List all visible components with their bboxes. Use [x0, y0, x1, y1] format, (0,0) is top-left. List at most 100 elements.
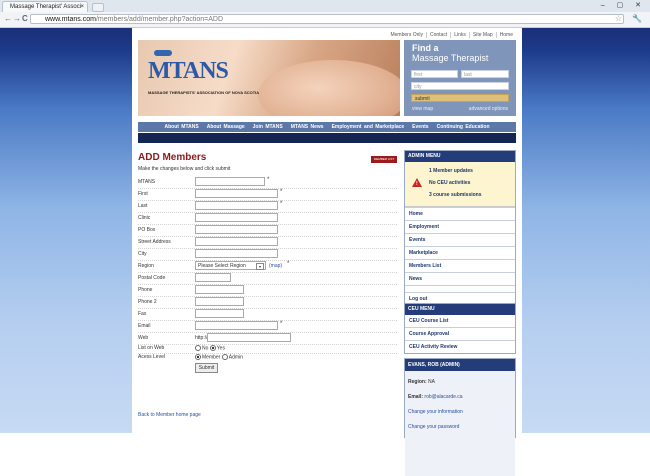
find-links: view map advanced options: [412, 106, 508, 112]
nav-about-massage[interactable]: About Massage: [207, 124, 245, 130]
region-select[interactable]: Please Select Region ▾: [195, 261, 266, 270]
submit-button[interactable]: Submit: [195, 363, 218, 373]
list-yes-label: Yes: [216, 345, 225, 352]
form-row-submit: Submit: [138, 362, 397, 374]
wrench-menu-icon[interactable]: 🔧: [632, 14, 642, 23]
menu-spacer: [405, 285, 515, 292]
first-label: First: [138, 191, 148, 197]
email-input[interactable]: [195, 321, 278, 330]
advanced-options-link[interactable]: advanced options: [469, 106, 508, 112]
city-input[interactable]: [195, 249, 278, 258]
alert-course-submissions[interactable]: 3 course submissions: [429, 192, 482, 198]
street-label: Street Address: [138, 239, 171, 245]
nav-news[interactable]: MTANS News: [291, 124, 324, 130]
form-instructions: Make the changes below and click submit: [138, 166, 231, 172]
change-password-link[interactable]: Change your password: [408, 424, 459, 430]
pobox-input[interactable]: [195, 225, 278, 234]
site-page: Members Only Contact Links Site Map Home MTA…: [132, 28, 522, 476]
street-input[interactable]: [195, 237, 278, 246]
view-map-link[interactable]: view map: [412, 106, 433, 112]
hands-photo: [258, 60, 400, 116]
nav-about-mtans[interactable]: About MTANS: [164, 124, 198, 130]
city-label: City: [138, 251, 147, 257]
last-input[interactable]: [195, 201, 278, 210]
site-logo[interactable]: MTANS MASSAGE THERAPISTS' ASSOCIATION OF…: [148, 50, 259, 96]
hero-image: MTANS MASSAGE THERAPISTS' ASSOCIATION OF…: [138, 40, 400, 116]
find-submit-button[interactable]: submit: [411, 94, 509, 102]
admin-item-members-list[interactable]: Members List: [405, 259, 515, 272]
url-path: /members/add/member.php?action=ADD: [95, 16, 224, 23]
user-details: Region: NA Email: rob@alacarde.ca Change…: [405, 371, 515, 476]
bookmark-star-icon[interactable]: ☆: [615, 14, 622, 23]
nav-employment[interactable]: Employment and Marketplace: [332, 124, 405, 130]
user-region: Region: NA: [408, 379, 435, 385]
back-arrow-icon[interactable]: ←: [4, 14, 12, 23]
address-bar[interactable]: www.mtans.com/members/add/member.php?act…: [30, 14, 624, 24]
access-admin-radio[interactable]: [221, 354, 228, 360]
find-first-input[interactable]: first: [411, 70, 458, 78]
web-input[interactable]: [207, 333, 291, 342]
top-links: Members Only Contact Links Site Map Home: [387, 32, 516, 38]
first-input[interactable]: [195, 189, 278, 198]
clinic-input[interactable]: [195, 213, 278, 222]
change-info-link[interactable]: Change your information: [408, 409, 463, 415]
list-no-radio[interactable]: [195, 345, 201, 351]
admin-item-marketplace[interactable]: Marketplace: [405, 246, 515, 259]
admin-item-employment[interactable]: Employment: [405, 220, 515, 233]
forward-arrow-icon[interactable]: →: [13, 14, 21, 23]
access-member-radio[interactable]: [195, 354, 201, 360]
ceu-item-course-approval[interactable]: Course Approval: [405, 327, 515, 340]
find-therapist-panel: Find a Massage Therapist first last city…: [404, 40, 516, 116]
ceu-item-activity-review[interactable]: CEU Activity Review: [405, 340, 515, 353]
form-row-access: Acess Level Member Admin: [138, 353, 397, 362]
window-controls[interactable]: – ▢ ✕: [601, 1, 646, 9]
user-panel: EVANS, ROB (ADMIN) Region: NA Email: rob…: [404, 358, 516, 476]
user-title: EVANS, ROB (ADMIN): [405, 359, 515, 371]
top-link-links[interactable]: Links: [450, 32, 469, 38]
admin-item-news[interactable]: News: [405, 272, 515, 285]
new-tab-button[interactable]: [92, 3, 104, 12]
email-val[interactable]: rob@alacarde.ca: [424, 394, 462, 400]
logo-text: MTANS: [148, 58, 229, 84]
admin-item-events[interactable]: Events: [405, 233, 515, 246]
reload-icon[interactable]: C: [22, 14, 28, 23]
phone-input[interactable]: [195, 285, 244, 294]
top-link-home[interactable]: Home: [495, 32, 516, 38]
nav-join[interactable]: Join MTANS: [253, 124, 283, 130]
find-last-input[interactable]: last: [461, 70, 509, 78]
admin-item-home[interactable]: Home: [405, 207, 515, 220]
fax-input[interactable]: [195, 309, 244, 318]
ceu-item-course-list[interactable]: CEU Course List: [405, 315, 515, 327]
required-mark: *: [280, 321, 283, 327]
region-value: Please Select Region: [198, 263, 246, 269]
alert-member-updates[interactable]: 1 Member updates: [429, 168, 473, 174]
back-to-home-link[interactable]: Back to Member home page: [138, 412, 201, 418]
member-list-button[interactable]: MEMBER LIST: [371, 156, 397, 163]
email-label: Email: [138, 323, 151, 329]
postal-label: Postal Code: [138, 275, 166, 281]
main-nav: About MTANS About Massage Join MTANS MTANS …: [138, 122, 516, 132]
logo-mark-icon: [154, 50, 172, 56]
access-options: Member Admin: [195, 354, 243, 360]
top-link-contact[interactable]: Contact: [426, 32, 451, 38]
web-prefix: http://: [195, 335, 208, 341]
top-link-sitemap[interactable]: Site Map: [468, 32, 496, 38]
region-map-link[interactable]: (map): [269, 263, 282, 269]
postal-input[interactable]: [195, 273, 231, 282]
browser-tab[interactable]: Massage Therapist' Associ ×: [2, 1, 88, 12]
mtans-label: MTANS: [138, 179, 156, 185]
mtans-input[interactable]: [195, 177, 265, 186]
nav-continuing-ed[interactable]: Continuing Education: [437, 124, 490, 130]
list-on-web-options: No Yes: [195, 345, 225, 351]
required-mark: *: [280, 189, 283, 195]
phone2-input[interactable]: [195, 297, 244, 306]
top-link-members[interactable]: Members Only: [387, 32, 426, 38]
find-city-input[interactable]: city: [411, 82, 509, 90]
admin-menu: ADMIN MENU ! 1 Member updates No CEU act…: [404, 150, 516, 306]
list-yes-radio[interactable]: [209, 345, 216, 351]
page-title: ADD Members: [138, 152, 207, 163]
alert-ceu[interactable]: No CEU activities: [429, 180, 470, 186]
nav-events[interactable]: Events: [412, 124, 428, 130]
find-title: Find a: [412, 43, 439, 53]
close-tab-icon[interactable]: ×: [80, 2, 84, 12]
